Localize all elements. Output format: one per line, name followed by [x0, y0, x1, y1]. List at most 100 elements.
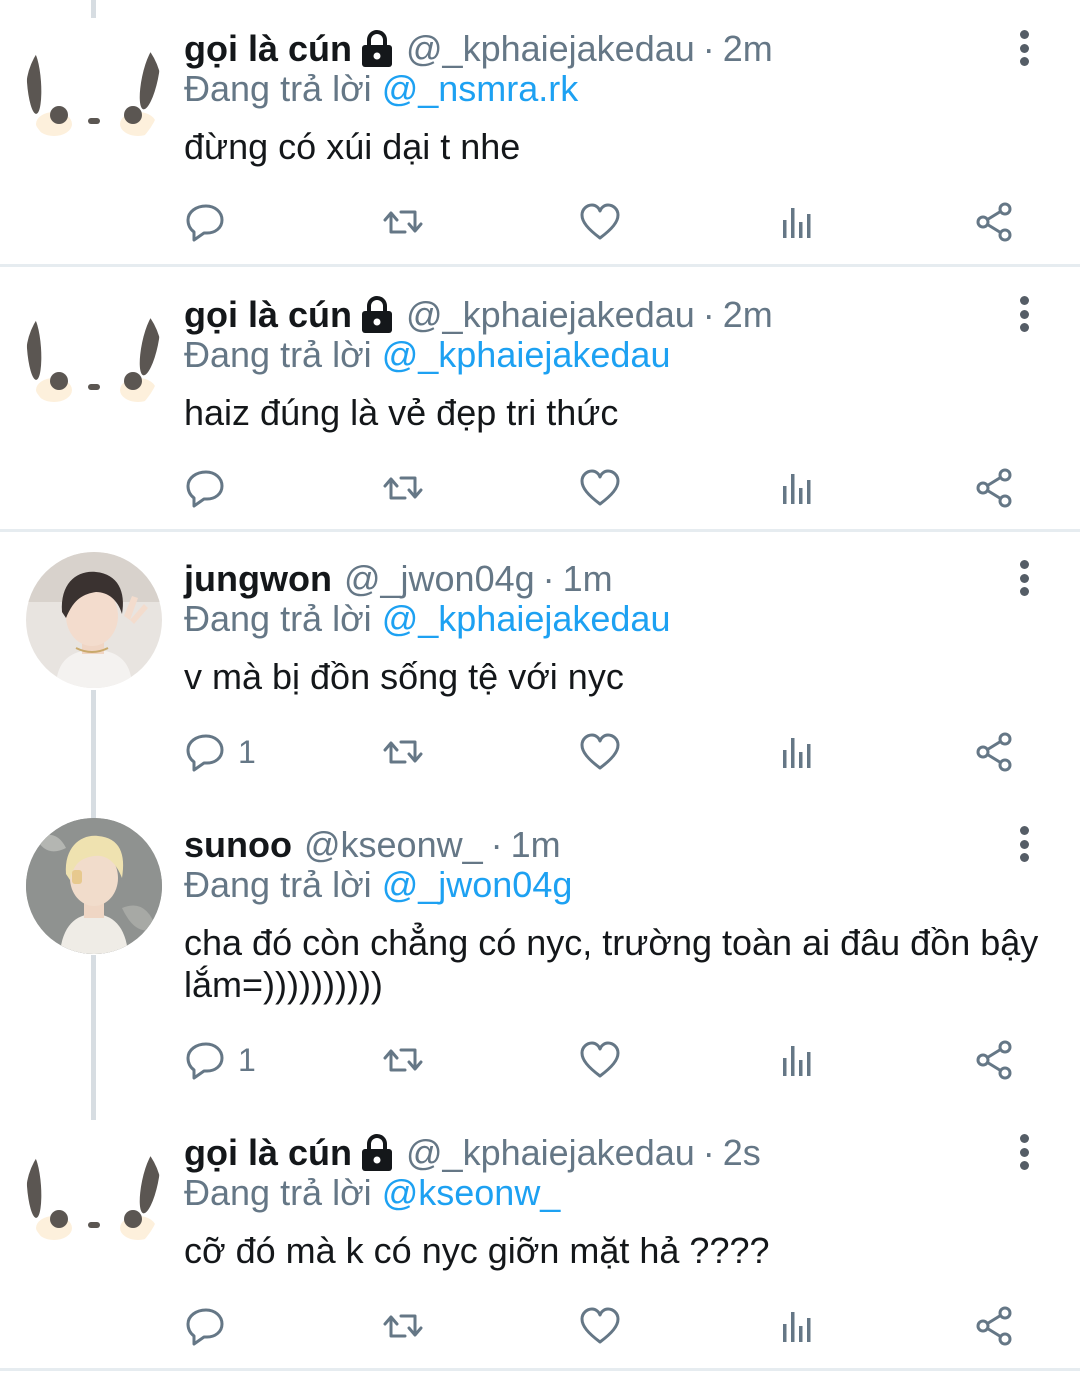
analytics-button[interactable] — [776, 458, 820, 518]
action-bar — [0, 192, 1080, 252]
share-button[interactable] — [973, 192, 1017, 252]
reply-button[interactable]: 1 — [184, 1030, 256, 1090]
tweet[interactable]: jungwon @_jwon04g · 1m Đang trả lời @_kp… — [0, 530, 1080, 796]
avatar[interactable] — [26, 22, 162, 158]
action-bar — [0, 458, 1080, 518]
mention-link[interactable]: @_jwon04g — [382, 864, 573, 905]
reply-icon — [186, 1308, 224, 1346]
profile-photo-avatar-icon — [26, 818, 162, 954]
like-button[interactable] — [578, 1030, 622, 1090]
mention-link[interactable]: @_kphaiejakedau — [382, 334, 671, 375]
retweet-button[interactable] — [381, 1296, 425, 1356]
analytics-icon — [783, 474, 811, 504]
like-button[interactable] — [578, 458, 622, 518]
tweet-header: gọi là cún @_kphaiejakedau · 2m — [184, 24, 773, 74]
mention-link[interactable]: @kseonw_ — [382, 1172, 561, 1213]
analytics-button[interactable] — [776, 192, 820, 252]
reply-count: 1 — [238, 733, 256, 770]
share-button[interactable] — [973, 1296, 1017, 1356]
analytics-icon — [783, 1312, 811, 1342]
user-handle[interactable]: @kseonw_ — [304, 824, 483, 866]
retweet-button[interactable] — [381, 192, 425, 252]
share-button[interactable] — [973, 722, 1017, 782]
action-bar — [0, 1296, 1080, 1356]
share-button[interactable] — [973, 458, 1017, 518]
reply-count: 1 — [238, 1041, 256, 1078]
retweet-icon — [383, 210, 423, 234]
more-options-icon[interactable] — [1008, 28, 1040, 68]
user-handle[interactable]: @_kphaiejakedau — [406, 294, 695, 336]
separator-dot: · — [702, 294, 715, 335]
tweet[interactable]: sunoo @kseonw_ · 1m Đang trả lời @_jwon0… — [0, 796, 1080, 1118]
display-name[interactable]: gọi là cún — [184, 1132, 352, 1174]
profile-photo-avatar-icon — [26, 552, 162, 688]
user-handle[interactable]: @_jwon04g — [344, 558, 535, 600]
ghost-face-avatar-icon — [26, 288, 162, 424]
separator-dot: · — [490, 824, 503, 865]
share-icon — [976, 1306, 1012, 1346]
more-options-icon[interactable] — [1008, 294, 1040, 334]
retweet-button[interactable] — [381, 722, 425, 782]
avatar[interactable] — [26, 818, 162, 954]
display-name[interactable]: sunoo — [184, 824, 292, 866]
reply-button[interactable] — [184, 1296, 238, 1356]
reply-icon — [186, 1042, 224, 1080]
analytics-button[interactable] — [776, 1030, 820, 1090]
like-icon — [580, 203, 620, 240]
retweet-icon — [383, 1314, 423, 1338]
action-bar: 1 — [0, 722, 1080, 782]
mention-link[interactable]: @_nsmra.rk — [382, 68, 579, 109]
retweet-icon — [383, 1048, 423, 1072]
like-button[interactable] — [578, 1296, 622, 1356]
like-button[interactable] — [578, 722, 622, 782]
divider — [0, 1368, 1080, 1371]
user-handle[interactable]: @_kphaiejakedau — [406, 1132, 695, 1174]
timestamp: 2m — [722, 294, 773, 335]
analytics-button[interactable] — [776, 1296, 820, 1356]
share-icon — [976, 732, 1012, 772]
like-button[interactable] — [578, 192, 622, 252]
reply-icon — [186, 470, 224, 508]
reply-button[interactable] — [184, 192, 238, 252]
avatar[interactable] — [26, 288, 162, 424]
more-options-icon[interactable] — [1008, 558, 1040, 598]
tweet[interactable]: gọi là cún @_kphaiejakedau · 2m Đang trả… — [0, 0, 1080, 264]
replying-to-label: Đang trả lời — [184, 864, 372, 905]
analytics-icon — [783, 738, 811, 768]
tweet[interactable]: gọi là cún @_kphaiejakedau · 2s Đang trả… — [0, 1104, 1080, 1368]
replying-to: Đang trả lời @kseonw_ — [184, 1172, 560, 1214]
analytics-button[interactable] — [776, 722, 820, 782]
retweet-button[interactable] — [381, 458, 425, 518]
tweet-text: haiz đúng là vẻ đẹp tri thức — [184, 392, 619, 433]
replying-to: Đang trả lời @_kphaiejakedau — [184, 598, 670, 640]
reply-icon — [186, 204, 224, 242]
more-options-icon[interactable] — [1008, 1132, 1040, 1172]
tweet-header: gọi là cún @_kphaiejakedau · 2s — [184, 1128, 761, 1178]
share-icon — [976, 202, 1012, 242]
share-button[interactable] — [973, 1030, 1017, 1090]
mention-link[interactable]: @_kphaiejakedau — [382, 598, 671, 639]
tweet-header: sunoo @kseonw_ · 1m — [184, 820, 561, 870]
display-name[interactable]: gọi là cún — [184, 294, 352, 336]
replying-to: Đang trả lời @_kphaiejakedau — [184, 334, 670, 376]
user-handle[interactable]: @_kphaiejakedau — [406, 28, 695, 70]
reply-button[interactable]: 1 — [184, 722, 256, 782]
retweet-button[interactable] — [381, 1030, 425, 1090]
reply-icon — [186, 734, 224, 772]
reply-button[interactable] — [184, 458, 238, 518]
lock-icon — [362, 1134, 393, 1171]
action-bar: 1 — [0, 1030, 1080, 1090]
avatar[interactable] — [26, 552, 162, 688]
avatar[interactable] — [26, 1126, 162, 1262]
tweet-header: gọi là cún @_kphaiejakedau · 2m — [184, 290, 773, 340]
tweet-text: cỡ đó mà k có nyc giỡn mặt hả ???? — [184, 1230, 770, 1271]
like-icon — [580, 1307, 620, 1344]
replying-to-label: Đang trả lời — [184, 598, 372, 639]
display-name[interactable]: jungwon — [184, 558, 332, 600]
like-icon — [580, 1041, 620, 1078]
timestamp: 1m — [510, 824, 561, 865]
tweet[interactable]: gọi là cún @_kphaiejakedau · 2m Đang trả… — [0, 266, 1080, 530]
more-options-icon[interactable] — [1008, 824, 1040, 864]
retweet-icon — [383, 476, 423, 500]
display-name[interactable]: gọi là cún — [184, 28, 352, 70]
